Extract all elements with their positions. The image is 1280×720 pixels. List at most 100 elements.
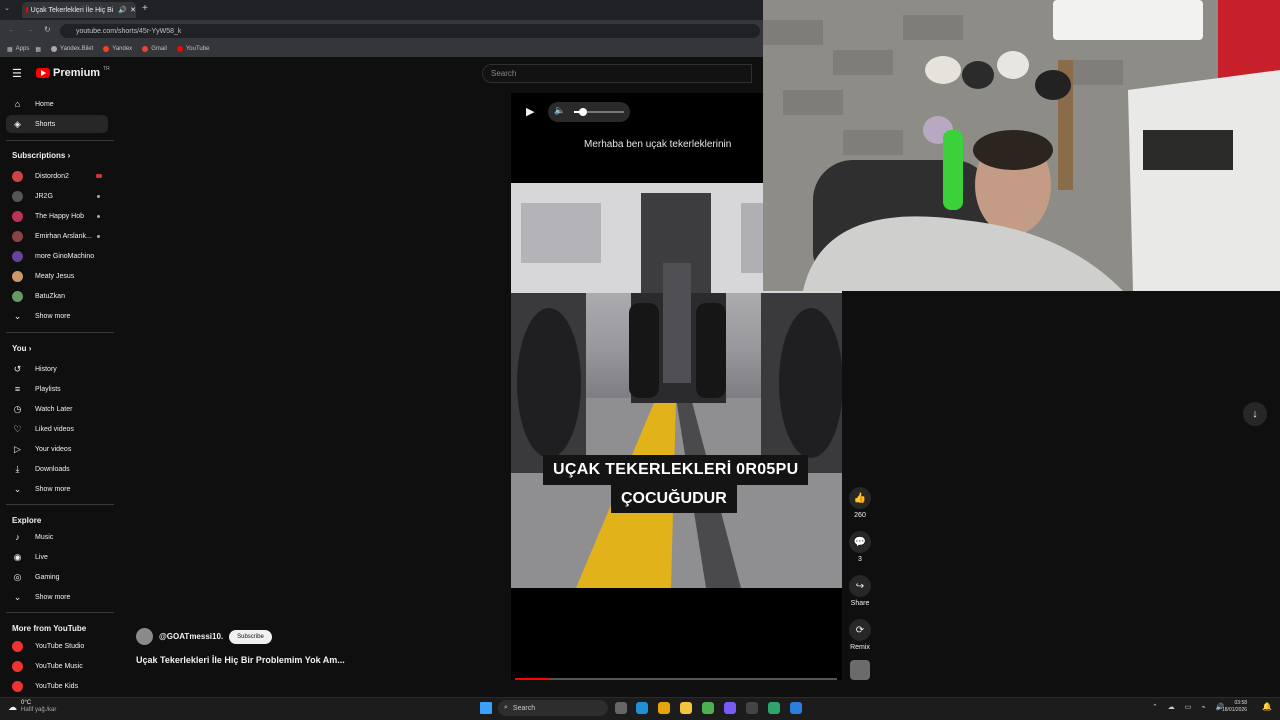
divider xyxy=(6,332,114,333)
browser-tab[interactable]: Uçak Tekerlekleri İle Hiç Bi 🔊 ✕ xyxy=(22,2,136,18)
search-placeholder: Search xyxy=(491,69,517,78)
bookmark-youtube[interactable]: YouTube xyxy=(176,46,209,52)
subscribe-button[interactable]: Subscribe xyxy=(229,629,272,644)
divider xyxy=(6,504,114,505)
clock-time: 03:58 xyxy=(1234,700,1248,706)
chrome-icon[interactable] xyxy=(658,702,670,714)
home-icon: ⌂ xyxy=(14,99,21,109)
youtube-icon xyxy=(176,46,183,52)
subscription-item[interactable]: BatuZkan xyxy=(6,287,108,305)
share-button[interactable]: ↪ Share xyxy=(848,575,872,607)
subscription-item[interactable]: JR2G xyxy=(6,187,108,205)
new-content-dot xyxy=(97,195,100,198)
youtube-favicon-icon xyxy=(26,7,28,13)
like-button[interactable]: 👍 260 xyxy=(848,487,872,519)
discord-icon[interactable] xyxy=(724,702,736,714)
apps-grid-icon: ▦ xyxy=(7,46,13,53)
subscriptions-show-more[interactable]: ⌄ Show more xyxy=(6,307,108,325)
vscode-icon[interactable] xyxy=(790,702,802,714)
volume-control[interactable]: 🔈 xyxy=(548,102,630,122)
channel-handle[interactable]: @GOATmessi10. xyxy=(159,632,223,641)
windows-start-icon[interactable] xyxy=(480,702,492,714)
remix-icon: ⟳ xyxy=(849,619,871,641)
sidebar-item-liked[interactable]: ♡ Liked videos xyxy=(6,420,108,438)
comment-count: 3 xyxy=(858,556,862,563)
remix-button[interactable]: ⟳ Remix xyxy=(848,619,872,651)
sidebar-item-your-videos[interactable]: ▷ Your videos xyxy=(6,440,108,458)
search-input[interactable]: Search xyxy=(482,64,752,83)
system-tray[interactable]: ⌃ ☁ ▭ ⌁ 🔊 xyxy=(1152,703,1228,711)
sidebar-item-youtube-kids[interactable]: YouTube Kids xyxy=(6,677,108,695)
remix-label: Remix xyxy=(850,644,870,651)
sound-thumbnail[interactable] xyxy=(850,660,870,680)
bookmark-yandex[interactable]: Yandex xyxy=(103,46,132,52)
url-field[interactable]: youtube.com/shorts/45r-YyW58_k xyxy=(60,24,760,38)
channel-avatar[interactable] xyxy=(136,628,153,645)
sidebar-item-youtube-studio[interactable]: YouTube Studio xyxy=(6,637,108,655)
clock-date: 18/01/2026 xyxy=(1222,707,1248,713)
comment-icon: 💬 xyxy=(849,531,871,553)
subscription-item[interactable]: more GinoMachino xyxy=(6,247,108,265)
comments-button[interactable]: 💬 3 xyxy=(848,531,872,563)
sidebar-item-downloads[interactable]: ⤓ Downloads xyxy=(6,460,108,478)
explore-show-more[interactable]: ⌄ Show more xyxy=(6,588,108,606)
you-heading[interactable]: You › xyxy=(12,344,31,353)
tab-audio-icon[interactable]: 🔊 xyxy=(118,6,127,14)
edge-icon[interactable] xyxy=(636,702,648,714)
sidebar-item-watch-later[interactable]: ◷ Watch Later xyxy=(6,400,108,418)
tab-close-icon[interactable]: ✕ xyxy=(130,6,136,14)
tab-list-button[interactable]: ⌄ xyxy=(4,4,16,16)
live-icon: ◉ xyxy=(13,551,22,562)
bookmark-yandex-bilet[interactable]: Yandex.Bilet xyxy=(51,46,93,52)
new-tab-button[interactable]: + xyxy=(142,3,148,14)
file-explorer-icon[interactable] xyxy=(680,702,692,714)
thumbs-up-icon: 👍 xyxy=(849,487,871,509)
weather-widget[interactable]: ☁ 0°C Hafif yağ./kar xyxy=(8,700,56,714)
channel-avatar xyxy=(12,250,23,262)
subscription-item[interactable]: Distordon2 xyxy=(6,167,108,185)
share-icon: ↪ xyxy=(849,575,871,597)
sidebar-item-history[interactable]: ↺ History xyxy=(6,360,108,378)
share-label: Share xyxy=(850,600,870,607)
you-show-more[interactable]: ⌄ Show more xyxy=(6,480,108,498)
subscriptions-heading[interactable]: Subscriptions › xyxy=(12,151,70,160)
youtube-premium-logo[interactable]: Premium TR xyxy=(36,66,110,79)
play-button[interactable]: ▶ xyxy=(526,105,534,118)
reload-icon[interactable]: ↻ xyxy=(44,25,51,34)
sidebar-item-live[interactable]: ◉ Live xyxy=(6,548,108,566)
sidebar-item-youtube-music[interactable]: YouTube Music xyxy=(6,657,108,675)
obs-icon[interactable] xyxy=(746,702,758,714)
bookmark-grid[interactable]: ▦ xyxy=(35,46,41,53)
sidebar-item-shorts[interactable]: ◈ Shorts xyxy=(6,115,108,133)
forward-icon[interactable]: → xyxy=(26,25,34,34)
video-progress-fill xyxy=(515,678,550,680)
chrome-active-icon[interactable] xyxy=(702,702,714,714)
subscription-item[interactable]: Emirhan Arslank... xyxy=(6,227,108,245)
subscription-item[interactable]: Meaty Jesus xyxy=(6,267,108,285)
back-icon[interactable]: ← xyxy=(8,25,16,34)
menu-icon[interactable]: ☰ xyxy=(12,67,22,80)
scroll-down-button[interactable]: ↓ xyxy=(1243,402,1267,426)
weather-icon: ☁ xyxy=(8,701,17,712)
channel-avatar xyxy=(12,270,23,282)
subscription-item[interactable]: The Happy Hob xyxy=(6,207,108,225)
notification-bell-icon[interactable]: 🔔 xyxy=(1262,702,1272,711)
sidebar-item-gaming[interactable]: ◎ Gaming xyxy=(6,568,108,586)
sidebar-item-music[interactable]: ♪ Music xyxy=(6,528,108,546)
bookmark-apps[interactable]: ▦ Apps xyxy=(7,46,29,53)
clock[interactable]: 03:58 18/01/2026 xyxy=(1222,700,1247,714)
video-title[interactable]: Uçak Tekerlekleri İle Hiç Bir Problemim … xyxy=(136,655,345,665)
channel-avatar xyxy=(12,290,23,302)
sidebar-item-playlists[interactable]: ≡ Playlists xyxy=(6,380,108,398)
video-overlay-text: UÇAK TEKERLEKLERİ 0R05PU xyxy=(543,455,809,485)
task-view-icon[interactable] xyxy=(615,702,627,714)
taskbar-search[interactable]: ⌕ Search xyxy=(498,700,608,716)
volume-icon[interactable]: 🔈 xyxy=(554,105,565,116)
app-icon[interactable] xyxy=(768,702,780,714)
bookmark-gmail[interactable]: Gmail xyxy=(142,46,167,52)
sidebar-item-home[interactable]: ⌂ Home xyxy=(6,95,108,113)
search-icon: ⌕ xyxy=(504,704,508,711)
volume-slider-knob[interactable] xyxy=(579,108,587,116)
video-progress-bar[interactable] xyxy=(515,678,837,680)
youtube-studio-icon xyxy=(12,640,23,652)
